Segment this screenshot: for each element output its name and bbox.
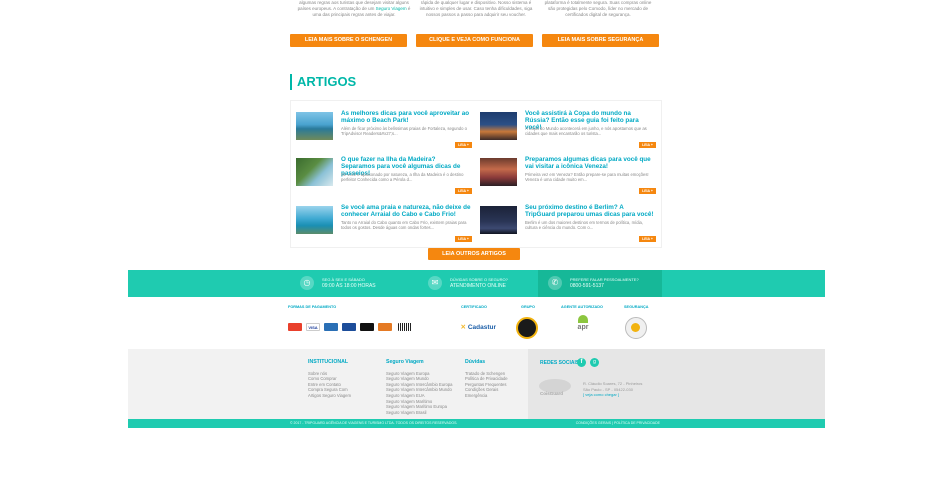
footer-link[interactable]: Política de Privacidade (465, 376, 508, 382)
footer-col-institucional: INSTITUCIONAL Sobre nós Como Comprar Ent… (308, 359, 351, 399)
article-card[interactable]: Se você ama praia e natureza, não deixe … (296, 204, 472, 248)
security-label: SEGURANÇA (624, 305, 649, 309)
footer-link[interactable]: Emergência (465, 393, 508, 399)
article-thumbnail[interactable] (480, 112, 517, 140)
read-more-button[interactable]: LEIA + (455, 142, 472, 148)
article-thumbnail[interactable] (480, 206, 517, 234)
article-thumbnail[interactable] (296, 158, 333, 186)
article-card[interactable]: As melhores dicas para você aproveitar a… (296, 110, 472, 154)
hours-box: ◷ SEG À SEX E SÁBADO 09:00 ÀS 18:00 HORA… (290, 270, 416, 297)
article-card[interactable]: Seu próximo destino é Berlim? A TripGuar… (480, 204, 656, 248)
contact-bar: ◷ SEG À SEX E SÁBADO 09:00 ÀS 18:00 HORA… (128, 270, 825, 297)
grupo-label: GRUPO (521, 305, 535, 309)
read-more-button[interactable]: LEIA + (639, 188, 656, 194)
certified-label: CERTIFICADO (461, 305, 487, 309)
article-card[interactable]: Você assistirá à Copa do mundo na Rússia… (480, 110, 656, 154)
article-excerpt: A Copa do Mundo acontecerá em junho, e n… (525, 126, 647, 137)
article-card[interactable]: O que fazer na Ilha da Madeira? Separamo… (296, 156, 472, 200)
intro-col-como-funciona: rápida de qualquer lugar e dispositivo. … (419, 0, 533, 17)
read-more-button[interactable]: LEIA + (455, 188, 472, 194)
read-more-button[interactable]: LEIA + (455, 236, 472, 242)
googleplus-icon[interactable]: g (590, 358, 599, 367)
article-title[interactable]: Preparamos algumas dicas para você que v… (525, 156, 655, 170)
brand-name: CoisGuard (540, 391, 564, 396)
article-thumbnail[interactable] (296, 206, 333, 234)
footer-link[interactable]: Seguro Viagem Brasil (386, 410, 453, 416)
diners-icon (342, 323, 356, 331)
hipercard-icon (378, 323, 392, 331)
cadastur-logo: ✕ Cadastur (460, 324, 496, 331)
footer-link[interactable]: Seguro Viagem Marítimo Europa (386, 404, 453, 410)
article-title[interactable]: Se você ama praia e natureza, não deixe … (341, 204, 471, 218)
facebook-icon[interactable]: f (577, 358, 586, 367)
copyright-bar: © 2017 - TRIPGUARD AGÊNCIA DE VIAGENS E … (128, 419, 825, 428)
intro-col-schengen: algumas regras aos turistas que desejam … (297, 0, 411, 17)
article-thumbnail[interactable] (480, 158, 517, 186)
copyright-text: © 2017 - TRIPGUARD AGÊNCIA DE VIAGENS E … (290, 421, 458, 425)
mastercard-icon (288, 323, 302, 331)
read-more-button[interactable]: LEIA + (639, 236, 656, 242)
footer-link[interactable]: Artigos Seguro Viagem (308, 393, 351, 399)
article-excerpt: Berlim é um dos maiores destinos em term… (525, 220, 643, 231)
aprs-logo: apr (572, 315, 594, 339)
footer-col-seguro: Seguro Viagem Seguro Viagem Europa Segur… (386, 359, 453, 416)
chat-icon: ✉ (428, 276, 442, 290)
intro-columns: algumas regras aos turistas que desejam … (128, 0, 825, 20)
page: algumas regras aos turistas que desejam … (128, 0, 825, 430)
schengen-button[interactable]: LEIA MAIS SOBRE O SCHENGEN (290, 34, 407, 47)
como-funciona-button[interactable]: CLIQUE E VEJA COMO FUNCIONA (416, 34, 533, 47)
intro-col-seguranca: plataforma é totalmente segura. Suas com… (544, 0, 652, 17)
badges-bar: FORMAS DE PAGAMENTO VISA CERTIFICADO ✕ C… (128, 297, 825, 349)
boleto-icon (398, 323, 412, 331)
article-title[interactable]: Seu próximo destino é Berlim? A TripGuar… (525, 204, 655, 218)
map-link[interactable]: [ veja como chegar ] (583, 392, 642, 398)
phone-icon: ✆ (548, 276, 562, 290)
payments-label: FORMAS DE PAGAMENTO (288, 305, 337, 309)
clock-icon: ◷ (300, 276, 314, 290)
article-thumbnail[interactable] (296, 112, 333, 140)
grupo-seal-icon (516, 317, 538, 339)
articles-grid: As melhores dicas para você aproveitar a… (290, 100, 662, 248)
other-articles-button[interactable]: LEIA OUTROS ARTIGOS (428, 248, 520, 260)
seguro-viagem-link[interactable]: Seguro Viagem (376, 6, 407, 11)
article-title[interactable]: As melhores dicas para você aproveitar a… (341, 110, 471, 124)
visa-icon: VISA (306, 323, 320, 331)
artigos-heading: ARTIGOS (290, 74, 356, 90)
amex-icon (324, 323, 338, 331)
article-excerpt: Primeira vez em Veneza? Então prepare-se… (525, 172, 649, 183)
article-excerpt: Tanto no Arraial do Cabo quanto em Cabo … (341, 220, 467, 231)
social-title: REDES SOCIAIS (540, 360, 580, 366)
legal-links[interactable]: CONDIÇÕES GERAIS | POLÍTICA DE PRIVACIDA… (576, 419, 660, 428)
article-excerpt: Além de ficar próximo às belíssimas prai… (341, 126, 467, 137)
seguranca-button[interactable]: LEIA MAIS SOBRE SEGURANÇA (542, 34, 659, 47)
elo-icon (360, 323, 374, 331)
article-excerpt: Se você é apaixonado por natureza, a Ilh… (341, 172, 464, 183)
agent-label: AGENTE AUTORIZADO (561, 305, 603, 309)
footer-col-duvidas: Dúvidas Tratado de Schengen Política de … (465, 359, 508, 399)
security-seal-icon (625, 317, 647, 339)
footer: INSTITUCIONAL Sobre nós Como Comprar Ent… (128, 349, 825, 419)
phone-box: ✆ PREFERE FALAR PESSOALMENTE? 0800-591-5… (538, 270, 662, 297)
article-card[interactable]: Preparamos algumas dicas para você que v… (480, 156, 656, 200)
online-support-box[interactable]: ✉ DÚVIDAS SOBRE O SEGURO? ATENDIMENTO ON… (418, 270, 538, 297)
address: R. Cláudio Soares, 72 - Pinheiros São Pa… (583, 381, 643, 398)
read-more-button[interactable]: LEIA + (639, 142, 656, 148)
